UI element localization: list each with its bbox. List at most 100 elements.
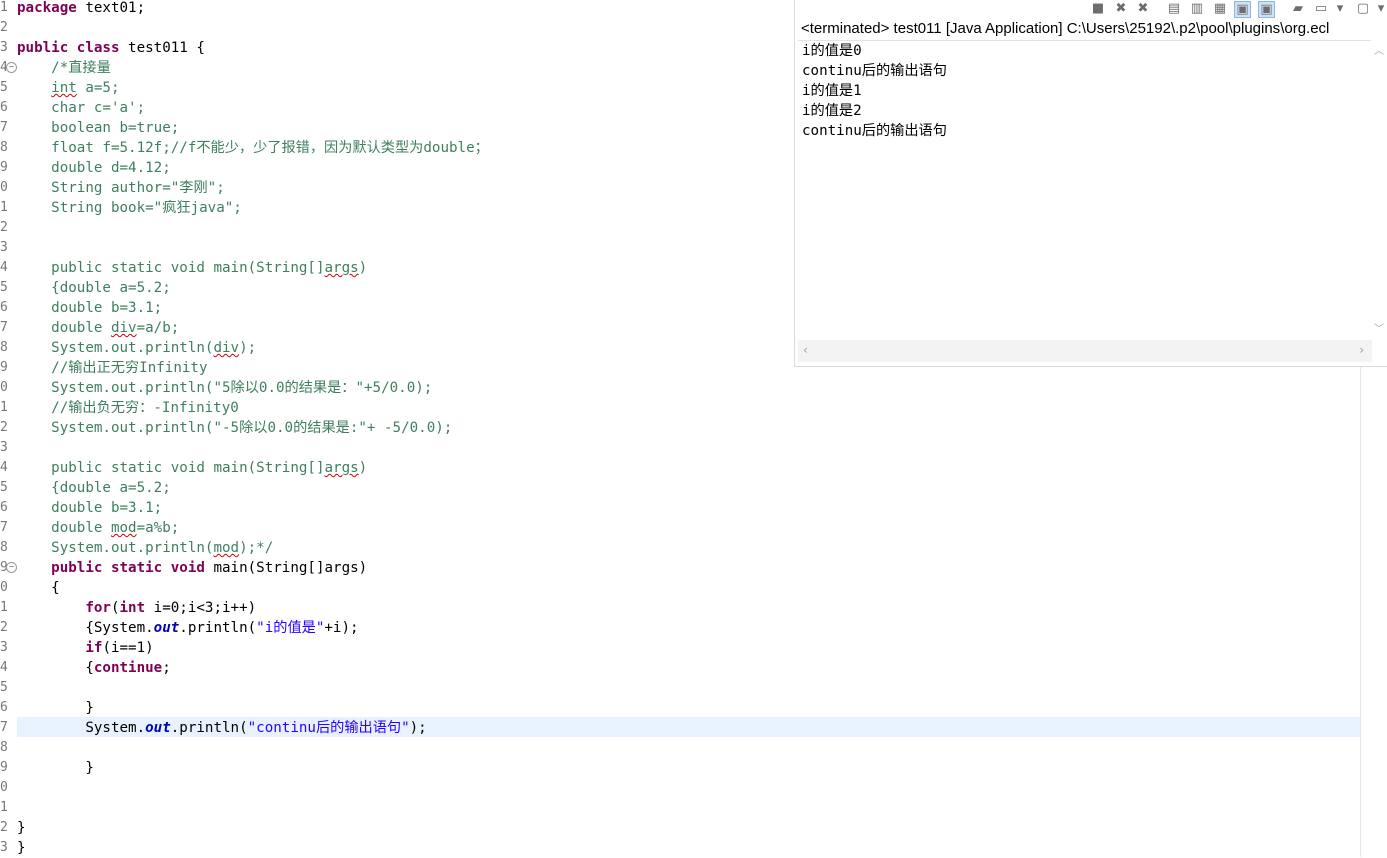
line-number: 3 [0,40,8,55]
line-number: 2 [0,420,8,435]
line-number: 5 [0,480,8,495]
line-number: 0 [0,380,8,395]
line-number: 6 [0,500,8,515]
word-wrap-icon[interactable]: ▦ [1212,1,1228,17]
show-on-stderr-icon[interactable]: ▣ [1258,1,1275,18]
line-number: 4 [0,260,8,275]
scroll-lock-icon[interactable]: ▥ [1189,1,1205,17]
line-number: 0 [0,580,8,595]
scroll-right-arrow-icon[interactable]: › [1358,343,1365,357]
open-console-menu-icon[interactable]: ▾ [1373,1,1387,17]
remove-all-icon[interactable]: ✖ [1135,1,1151,17]
code-line: System.out.println("-5除以0.0的结果是:"+ -5/0.… [17,420,453,436]
code-line: {System.out.println("i的值是"+i); [17,620,359,636]
code-line: { [17,580,60,596]
clear-console-icon[interactable]: ▤ [1166,1,1182,17]
line-number: 2 [0,20,8,35]
line-number: 1 [0,600,8,615]
code-line: System.out.println(div); [17,340,257,356]
line-number: 5 [0,80,8,95]
code-line: System.out.println("5除以0.0的结果是："+5/0.0); [17,380,433,396]
code-line: } [17,820,26,836]
line-number: 2 [0,220,8,235]
line-number: 2 [0,620,8,635]
code-line: } [17,840,26,856]
show-on-stdout-icon[interactable]: ▣ [1234,1,1251,18]
line-number: 4 [0,660,8,675]
line-number: 1 [0,200,8,215]
code-line: public static void main(String[]args) [17,460,368,476]
code-line: boolean b=true; [17,120,180,136]
code-line: double d=4.12; [17,160,171,176]
terminate-icon[interactable]: ■ [1090,1,1106,17]
code-line: //输出正无穷Infinity [17,360,208,376]
line-number: 3 [0,440,8,455]
line-number: 5 [0,280,8,295]
code-line: double b=3.1; [17,500,163,516]
console-output-line: i的值是0 [802,43,862,59]
line-number: 7 [0,720,8,735]
line-number: 1 [0,0,8,15]
fold-collapse-icon[interactable]: − [6,62,17,73]
editor-vertical-scrollbar[interactable] [1360,365,1387,857]
console-output[interactable]: i的值是0 continu后的输出语句 i的值是1 i的值是2 continu后… [798,40,1372,341]
scroll-up-arrow-icon[interactable]: ︿ [1374,42,1384,57]
line-number: 6 [0,100,8,115]
code-line: System.out.println(mod);*/ [17,540,274,556]
line-number: 3 [0,640,8,655]
code-line: if(i==1) [85,640,154,656]
open-console-icon[interactable]: ▢ [1355,1,1371,17]
scroll-left-arrow-icon[interactable]: ‹ [802,343,809,357]
console-vertical-scrollbar[interactable]: ︿ ﹀ [1371,40,1387,340]
display-console-icon[interactable]: ▭ [1313,1,1329,17]
code-line: public class test011 { [17,40,205,56]
code-line: public static void main(String[]args) [17,260,368,276]
code-line: } [17,700,94,716]
code-line: package text01; [17,0,146,16]
code-line: int a=5; [51,80,120,96]
line-number: 9 [0,760,8,775]
code-line: String book="疯狂java"; [17,200,242,216]
remove-launch-icon[interactable]: ✖ [1113,1,1129,17]
line-number: 9 [0,160,8,175]
code-line: public static void main(String[]args) [51,560,368,576]
line-number: 3 [0,840,8,855]
console-output-line: continu后的输出语句 [802,63,947,79]
fold-collapse-icon[interactable]: − [6,562,17,573]
line-number: 8 [0,740,8,755]
console-view[interactable]: ■ ✖ ✖ ▤ ▥ ▦ ▣ ▣ ▰ ▭ ▾ ▢ ▾ <terminated> t… [794,0,1387,367]
line-number: 1 [0,400,8,415]
line-number: 3 [0,240,8,255]
console-horizontal-scrollbar[interactable]: ‹ › [798,340,1372,362]
console-output-line: continu后的输出语句 [802,123,947,139]
view-menu-icon[interactable]: ▾ [1332,1,1348,17]
code-line: String author="李刚"; [17,180,225,196]
line-number: 7 [0,520,8,535]
code-line: {double a=5.2; [17,480,171,496]
line-number: 0 [0,780,8,795]
line-number: 8 [0,140,8,155]
code-line: } [17,760,94,776]
line-number: 0 [0,180,8,195]
line-number: 7 [0,120,8,135]
line-number: 8 [0,340,8,355]
code-line: double div=a/b; [17,320,180,336]
code-line: for(int i=0;i<3;i++) [85,600,257,616]
code-line: //输出负无穷：-Infinity0 [17,400,239,416]
code-line: float f=5.12f;//f不能少，少了报错，因为默认类型为double； [17,140,489,156]
pin-console-icon[interactable]: ▰ [1290,1,1306,17]
line-number: 5 [0,680,8,695]
console-toolbar: ■ ✖ ✖ ▤ ▥ ▦ ▣ ▣ ▰ ▭ ▾ ▢ ▾ [795,0,1387,20]
code-line: double mod=a%b; [17,520,180,536]
code-line: /*直接量 [17,60,111,76]
line-number: 9 [0,360,8,375]
line-number: 7 [0,320,8,335]
code-line: {double a=5.2; [17,280,171,296]
line-number: 4 [0,460,8,475]
line-number: 6 [0,300,8,315]
line-number: 8 [0,540,8,555]
scroll-down-arrow-icon[interactable]: ﹀ [1374,320,1384,335]
code-line: System.out.println("continu后的输出语句"); [17,720,427,736]
code-line: {continue; [17,660,171,676]
console-output-line: i的值是1 [802,83,862,99]
